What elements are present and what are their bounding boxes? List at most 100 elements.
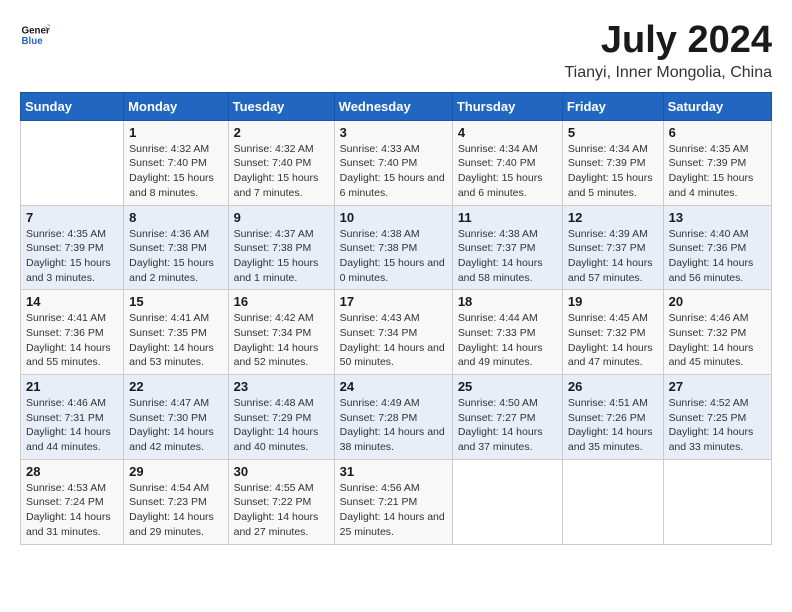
day-detail: Sunrise: 4:51 AMSunset: 7:26 PMDaylight:… [568,396,658,455]
sunrise-text: Sunrise: 4:32 AM [129,142,222,157]
sunrise-text: Sunrise: 4:34 AM [568,142,658,157]
day-number: 11 [458,210,557,225]
sunrise-text: Sunrise: 4:49 AM [340,396,447,411]
main-title: July 2024 [564,20,772,62]
day-cell [562,459,663,544]
daylight-text: Daylight: 15 hours and 0 minutes. [340,256,447,285]
day-detail: Sunrise: 4:38 AMSunset: 7:38 PMDaylight:… [340,227,447,286]
day-number: 29 [129,464,222,479]
day-detail: Sunrise: 4:46 AMSunset: 7:31 PMDaylight:… [26,396,118,455]
day-number: 22 [129,379,222,394]
sunrise-text: Sunrise: 4:48 AM [234,396,329,411]
logo-icon: General Blue [20,20,50,50]
day-cell: 23Sunrise: 4:48 AMSunset: 7:29 PMDayligh… [228,375,334,460]
day-cell: 4Sunrise: 4:34 AMSunset: 7:40 PMDaylight… [452,120,562,205]
day-cell: 22 Sunrise: 4:47 AMSunset: 7:30 PMDayligh… [124,375,228,460]
day-detail: Sunrise: 4:38 AMSunset: 7:37 PMDaylight:… [458,227,557,286]
day-number: 23 [234,379,329,394]
sunset-text: Sunset: 7:27 PM [458,411,557,426]
sunset-text: Sunset: 7:30 PM [129,411,222,426]
day-detail: Sunrise: 4:43 AMSunset: 7:34 PMDaylight:… [340,311,447,370]
sunset-text: Sunset: 7:28 PM [340,411,447,426]
day-detail: Sunrise: 4:41 AMSunset: 7:35 PMDaylight:… [129,311,222,370]
column-header-friday: Friday [562,92,663,120]
sunset-text: Sunset: 7:21 PM [340,495,447,510]
daylight-text: Daylight: 15 hours and 6 minutes. [458,171,557,200]
sunset-text: Sunset: 7:38 PM [129,241,222,256]
sunrise-text: Sunrise: 4:40 AM [669,227,766,242]
day-cell: 18Sunrise: 4:44 AMSunset: 7:33 PMDayligh… [452,290,562,375]
daylight-text: Daylight: 14 hours and 55 minutes. [26,341,118,370]
week-row-1: 1Sunrise: 4:32 AMSunset: 7:40 PMDaylight… [21,120,772,205]
sunset-text: Sunset: 7:29 PM [234,411,329,426]
daylight-text: Daylight: 14 hours and 53 minutes. [129,341,222,370]
day-cell: 17 Sunrise: 4:43 AMSunset: 7:34 PMDayligh… [334,290,452,375]
sunset-text: Sunset: 7:40 PM [340,156,447,171]
sunset-text: Sunset: 7:37 PM [568,241,658,256]
header: General Blue July 2024 Tianyi, Inner Mon… [20,20,772,82]
sunrise-text: Sunrise: 4:46 AM [26,396,118,411]
day-detail: Sunrise: 4:50 AMSunset: 7:27 PMDaylight:… [458,396,557,455]
daylight-text: Daylight: 14 hours and 44 minutes. [26,425,118,454]
day-cell: 16Sunrise: 4:42 AMSunset: 7:34 PMDayligh… [228,290,334,375]
sunset-text: Sunset: 7:24 PM [26,495,118,510]
sunrise-text: Sunrise: 4:56 AM [340,481,447,496]
daylight-text: Daylight: 15 hours and 2 minutes. [129,256,222,285]
day-number: 6 [669,125,766,140]
sunrise-text: Sunrise: 4:37 AM [234,227,329,242]
day-detail: Sunrise: 4:47 AMSunset: 7:30 PMDaylight:… [129,396,222,455]
day-cell: 14Sunrise: 4:41 AMSunset: 7:36 PMDayligh… [21,290,124,375]
day-cell: 6 Sunrise: 4:35 AMSunset: 7:39 PMDaylight… [663,120,771,205]
sunrise-text: Sunrise: 4:35 AM [669,142,766,157]
sunset-text: Sunset: 7:39 PM [26,241,118,256]
daylight-text: Daylight: 14 hours and 52 minutes. [234,341,329,370]
day-number: 30 [234,464,329,479]
sunrise-text: Sunrise: 4:43 AM [340,311,447,326]
daylight-text: Daylight: 15 hours and 1 minute. [234,256,329,285]
day-cell: 8Sunrise: 4:36 AMSunset: 7:38 PMDaylight… [124,205,228,290]
daylight-text: Daylight: 15 hours and 4 minutes. [669,171,766,200]
day-detail: Sunrise: 4:45 AMSunset: 7:32 PMDaylight:… [568,311,658,370]
week-row-5: 28Sunrise: 4:53 AMSunset: 7:24 PMDayligh… [21,459,772,544]
sunrise-text: Sunrise: 4:38 AM [340,227,447,242]
daylight-text: Daylight: 15 hours and 5 minutes. [568,171,658,200]
day-detail: Sunrise: 4:42 AMSunset: 7:34 PMDaylight:… [234,311,329,370]
day-number: 24 [340,379,447,394]
day-detail: Sunrise: 4:55 AMSunset: 7:22 PMDaylight:… [234,481,329,540]
sunset-text: Sunset: 7:39 PM [568,156,658,171]
day-number: 9 [234,210,329,225]
daylight-text: Daylight: 14 hours and 25 minutes. [340,510,447,539]
daylight-text: Daylight: 14 hours and 37 minutes. [458,425,557,454]
sunrise-text: Sunrise: 4:39 AM [568,227,658,242]
sunset-text: Sunset: 7:34 PM [234,326,329,341]
day-cell: 28Sunrise: 4:53 AMSunset: 7:24 PMDayligh… [21,459,124,544]
daylight-text: Daylight: 14 hours and 42 minutes. [129,425,222,454]
sunset-text: Sunset: 7:40 PM [234,156,329,171]
svg-text:Blue: Blue [22,36,44,47]
daylight-text: Daylight: 14 hours and 27 minutes. [234,510,329,539]
sunset-text: Sunset: 7:39 PM [669,156,766,171]
sunset-text: Sunset: 7:25 PM [669,411,766,426]
sunrise-text: Sunrise: 4:50 AM [458,396,557,411]
day-number: 25 [458,379,557,394]
column-header-saturday: Saturday [663,92,771,120]
header-row: SundayMondayTuesdayWednesdayThursdayFrid… [21,92,772,120]
sunrise-text: Sunrise: 4:55 AM [234,481,329,496]
daylight-text: Daylight: 14 hours and 49 minutes. [458,341,557,370]
day-number: 14 [26,294,118,309]
day-detail: Sunrise: 4:40 AMSunset: 7:36 PMDaylight:… [669,227,766,286]
day-number: 17 [340,294,447,309]
sunset-text: Sunset: 7:40 PM [129,156,222,171]
sunset-text: Sunset: 7:40 PM [458,156,557,171]
day-number: 13 [669,210,766,225]
day-number: 10 [340,210,447,225]
day-number: 3 [340,125,447,140]
daylight-text: Daylight: 14 hours and 50 minutes. [340,341,447,370]
day-cell: 30 Sunrise: 4:55 AMSunset: 7:22 PMDayligh… [228,459,334,544]
sunrise-text: Sunrise: 4:46 AM [669,311,766,326]
day-number: 18 [458,294,557,309]
day-detail: Sunrise: 4:33 AMSunset: 7:40 PMDaylight:… [340,142,447,201]
day-number: 1 [129,125,222,140]
day-cell: 25 Sunrise: 4:50 AMSunset: 7:27 PMDayligh… [452,375,562,460]
daylight-text: Daylight: 15 hours and 3 minutes. [26,256,118,285]
